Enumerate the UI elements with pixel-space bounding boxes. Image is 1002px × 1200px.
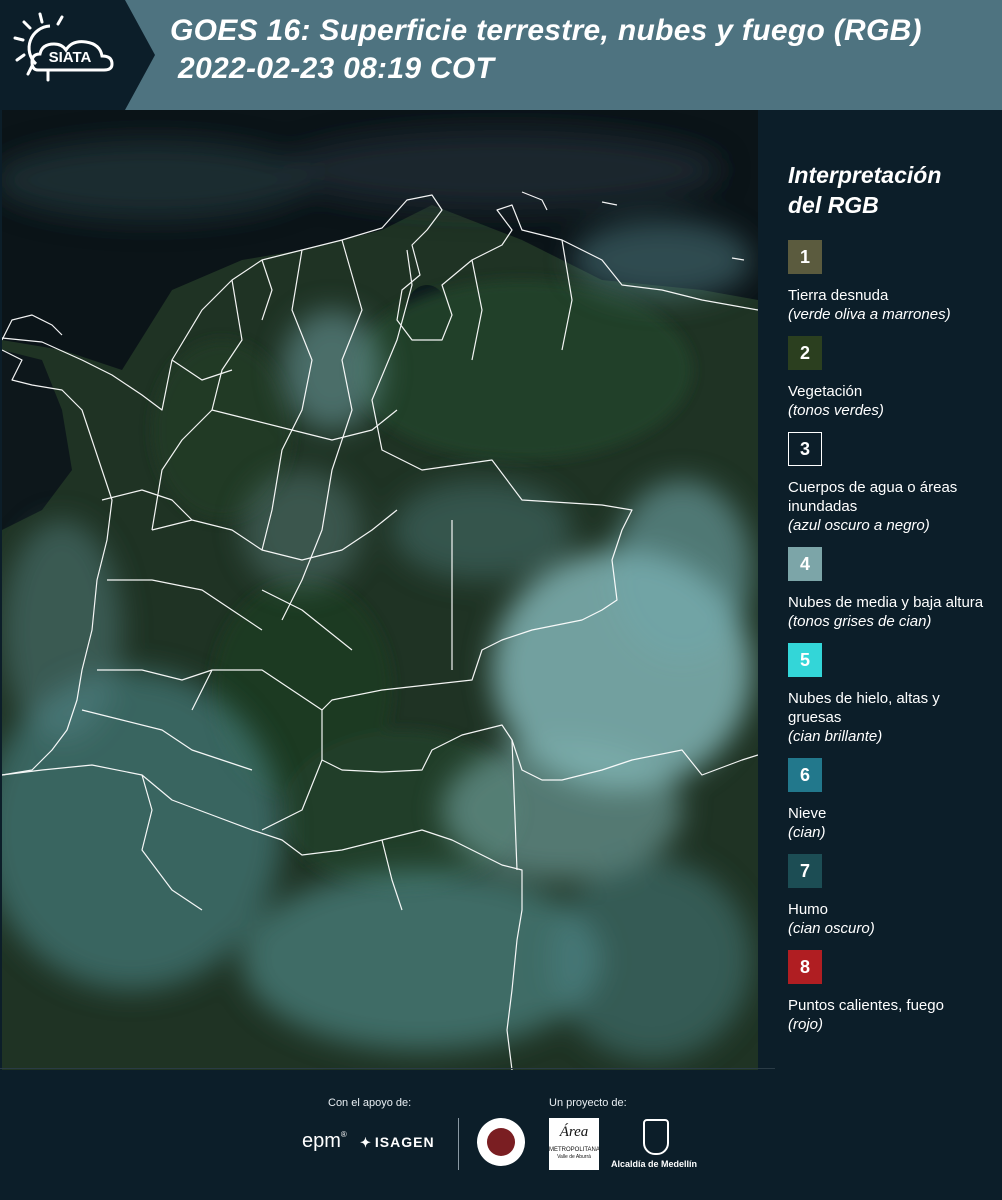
- header-bar: SIATA GOES 16: Superficie terrestre, nub…: [0, 0, 1002, 110]
- page-title: GOES 16: Superficie terrestre, nubes y f…: [170, 12, 922, 88]
- footer-divider: [458, 1118, 459, 1170]
- legend-description: (cian oscuro): [788, 920, 875, 937]
- legend-item: 8 Puntos calientes, fuego (rojo): [788, 950, 993, 1034]
- area-logo-text: Área: [559, 1124, 589, 1140]
- legend-label: Nubes de media y baja altura: [788, 594, 984, 611]
- legend-label: Nubes de hielo, altas y gruesas: [788, 690, 940, 726]
- isagen-icon: ✦: [360, 1135, 372, 1150]
- legend-item: 6 Nieve (cian): [788, 758, 993, 842]
- legend-items: 1 Tierra desnuda (verde oliva a marrones) 2…: [788, 240, 993, 1034]
- legend-swatch: 8: [788, 950, 822, 984]
- legend-item: 5 Nubes de hielo, altas y gruesas (cian br…: [788, 643, 993, 746]
- legend-swatch: 1: [788, 240, 822, 274]
- legend-description: (tonos grises de cian): [788, 613, 932, 630]
- legend-title-line-1: Interpretación: [788, 162, 942, 188]
- legend-label: Tierra desnuda: [788, 287, 889, 304]
- legend-label: Humo: [788, 901, 829, 918]
- legend-description: (tonos verdes): [788, 402, 884, 419]
- siata-logo-text: SIATA: [49, 49, 92, 66]
- area-logo-subtext-2: Valle de Aburrá: [557, 1154, 591, 1160]
- support-caption: Con el apoyo de:: [328, 1097, 412, 1109]
- legend-swatch: 7: [788, 854, 822, 888]
- legend-item: 1 Tierra desnuda (verde oliva a marrones): [788, 240, 993, 324]
- legend-item: 4 Nubes de media y baja altura (tonos gris…: [788, 547, 993, 631]
- legend-description: (azul oscuro a negro): [788, 517, 930, 534]
- legend-title-line-2: del RGB: [788, 192, 879, 218]
- legend-label: Nieve: [788, 805, 827, 822]
- legend-swatch: 6: [788, 758, 822, 792]
- siata-logo: SIATA: [0, 0, 160, 110]
- project-caption: Un proyecto de:: [549, 1097, 627, 1109]
- footer-divider-line: [0, 1068, 775, 1069]
- epm-logo-text: epm: [302, 1130, 341, 1152]
- isagen-logo: ✦ ISAGEN: [360, 1134, 435, 1151]
- legend-swatch: 4: [788, 547, 822, 581]
- legend-label: Vegetación: [788, 383, 863, 400]
- satellite-rgb-image: [2, 110, 758, 1070]
- area-metropolitana-logo: Área METROPOLITANA Valle de Aburrá: [549, 1118, 600, 1170]
- legend-label: Puntos calientes, fuego: [788, 997, 944, 1014]
- title-line-2: 2022-02-23 08:19 COT: [178, 52, 495, 85]
- legend-swatch: 3: [788, 432, 822, 466]
- medellin-shield-icon: [643, 1119, 669, 1155]
- legend-item: 2 Vegetación (tonos verdes): [788, 336, 993, 420]
- legend-description: (cian): [788, 824, 826, 841]
- legend-swatch: 5: [788, 643, 822, 677]
- legend-description: (verde oliva a marrones): [788, 306, 951, 323]
- legend-swatch: 2: [788, 336, 822, 370]
- legend-title: Interpretación del RGB: [788, 160, 993, 220]
- legend-item: 3 Cuerpos de agua o áreas inundadas (azul …: [788, 432, 993, 535]
- legend-panel: Interpretación del RGB 1 Tierra desnuda (v…: [788, 160, 993, 1046]
- isagen-logo-text: ISAGEN: [374, 1134, 435, 1150]
- legend-description: (rojo): [788, 1016, 824, 1033]
- epm-logo: epm®: [302, 1130, 347, 1152]
- universidad-seal-icon: [477, 1118, 525, 1166]
- legend-label: Cuerpos de agua o áreas inundadas: [788, 479, 958, 515]
- title-line-1: GOES 16: Superficie terrestre, nubes y f…: [170, 14, 922, 47]
- legend-description: (cian brillante): [788, 728, 883, 745]
- area-logo-subtext: METROPOLITANA: [549, 1147, 600, 1153]
- alcaldia-logo-text: Alcaldía de Medellín: [611, 1159, 698, 1169]
- legend-item: 7 Humo (cian oscuro): [788, 854, 993, 938]
